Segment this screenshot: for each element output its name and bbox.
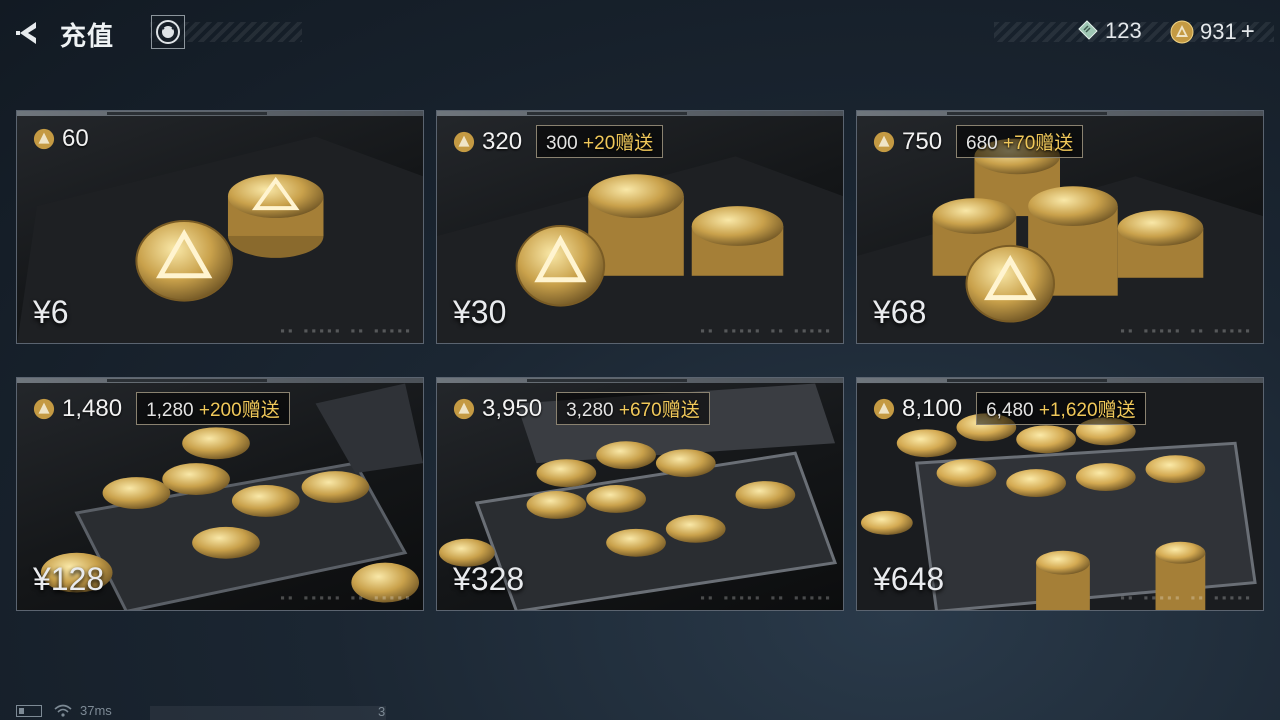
bonus-extra: +1,620 xyxy=(1038,400,1098,421)
package-price: ¥68 xyxy=(873,294,927,330)
card-top-strip-inner xyxy=(947,112,1107,115)
bonus-extra: +20 xyxy=(583,133,616,154)
ping-value: 37ms xyxy=(80,703,112,718)
coin-icon xyxy=(33,128,55,150)
card-top-strip-inner xyxy=(947,379,1107,382)
package-card-4[interactable]: 1,480 1,280 +200赠送 ¥128 ▪▪ ▪▪▪▪▪ ▪▪ ▪▪▪▪… xyxy=(16,377,424,611)
bonus-extra: +670 xyxy=(618,400,662,421)
bonus-badge: 6,480 +1,620赠送 xyxy=(976,392,1146,425)
coin-icon xyxy=(1170,20,1194,44)
package-price: ¥648 xyxy=(873,561,945,597)
package-amount: 8,100 6,480 +1,620赠送 xyxy=(873,392,1146,425)
card-top-strip-inner xyxy=(107,379,267,382)
bonus-base: 3,280 xyxy=(566,400,614,421)
back-button[interactable] xyxy=(14,18,44,48)
wifi-icon xyxy=(54,704,72,717)
top-bar: 充值 123 931 + xyxy=(0,0,1280,70)
bonus-badge: 680 +70赠送 xyxy=(956,125,1084,158)
bonus-extra: +70 xyxy=(1003,133,1036,154)
support-icon xyxy=(156,20,180,44)
package-amount-value: 320 xyxy=(482,127,523,155)
card-decoration-code: ▪▪ ▪▪▪▪▪ ▪▪ ▪▪▪▪▪ xyxy=(1120,326,1253,335)
coin-icon xyxy=(873,398,895,419)
package-amount: 1,480 1,280 +200赠送 xyxy=(33,392,290,425)
status-counter: 3 xyxy=(378,704,386,719)
package-price: ¥6 xyxy=(33,294,69,330)
ticket-balance: 123 xyxy=(1075,18,1142,44)
package-price: ¥30 xyxy=(453,294,507,330)
bonus-extra: +200 xyxy=(198,400,242,421)
card-decoration-code: ▪▪ ▪▪▪▪▪ ▪▪ ▪▪▪▪▪ xyxy=(700,326,833,335)
bonus-badge: 3,280 +670赠送 xyxy=(556,392,710,425)
package-amount-value: 1,480 xyxy=(62,394,123,422)
coin-icon xyxy=(453,398,475,419)
package-price: ¥128 xyxy=(33,561,105,597)
package-card-2[interactable]: 320 300 +20赠送 ¥30 ▪▪ ▪▪▪▪▪ ▪▪ ▪▪▪▪▪ xyxy=(436,110,844,344)
back-arrow-icon xyxy=(16,22,36,44)
package-amount: 750 680 +70赠送 xyxy=(873,125,1084,158)
support-button[interactable] xyxy=(151,15,185,49)
package-amount-value: 8,100 xyxy=(902,394,963,422)
coin-icon xyxy=(33,398,55,419)
card-top-strip-inner xyxy=(527,379,687,382)
bonus-badge: 300 +20赠送 xyxy=(536,125,664,158)
card-decoration-code: ▪▪ ▪▪▪▪▪ ▪▪ ▪▪▪▪▪ xyxy=(280,593,413,602)
add-coins-button[interactable]: + xyxy=(1241,18,1255,46)
card-decoration-code: ▪▪ ▪▪▪▪▪ ▪▪ ▪▪▪▪▪ xyxy=(700,593,833,602)
bonus-suffix: 赠送 xyxy=(1035,133,1074,154)
coin-icon xyxy=(873,131,895,152)
ticket-balance-value: 123 xyxy=(1105,18,1142,43)
package-amount: 60 xyxy=(33,125,89,153)
package-amount-value: 3,950 xyxy=(482,394,543,422)
package-amount-value: 750 xyxy=(902,127,943,155)
package-amount-value: 60 xyxy=(62,125,89,152)
system-status: 37ms xyxy=(16,703,112,718)
bonus-suffix: 赠送 xyxy=(615,133,654,154)
card-top-strip-inner xyxy=(527,112,687,115)
package-price: ¥328 xyxy=(453,561,525,597)
coin-balance-value: 931 xyxy=(1200,19,1237,44)
page-title: 充值 xyxy=(60,21,115,51)
package-card-5[interactable]: 3,950 3,280 +670赠送 ¥328 ▪▪ ▪▪▪▪▪ ▪▪ ▪▪▪▪… xyxy=(436,377,844,611)
status-bar-track xyxy=(150,706,386,720)
package-amount: 320 300 +20赠送 xyxy=(453,125,664,158)
ticket-icon xyxy=(1078,20,1098,40)
package-card-1[interactable]: 60 ¥6 ▪▪ ▪▪▪▪▪ ▪▪ ▪▪▪▪▪ xyxy=(16,110,424,344)
bonus-suffix: 赠送 xyxy=(661,400,700,421)
coin-balance: 931 + xyxy=(1170,18,1255,46)
battery-icon xyxy=(16,704,42,717)
bonus-base: 6,480 xyxy=(986,400,1034,421)
bonus-base: 300 xyxy=(546,133,578,154)
card-decoration-code: ▪▪ ▪▪▪▪▪ ▪▪ ▪▪▪▪▪ xyxy=(280,326,413,335)
package-amount: 3,950 3,280 +670赠送 xyxy=(453,392,710,425)
bonus-suffix: 赠送 xyxy=(241,400,280,421)
bonus-badge: 1,280 +200赠送 xyxy=(136,392,290,425)
bonus-suffix: 赠送 xyxy=(1097,400,1136,421)
package-card-3[interactable]: 750 680 +70赠送 ¥68 ▪▪ ▪▪▪▪▪ ▪▪ ▪▪▪▪▪ xyxy=(856,110,1264,344)
card-decoration-code: ▪▪ ▪▪▪▪▪ ▪▪ ▪▪▪▪▪ xyxy=(1120,593,1253,602)
coin-icon xyxy=(453,131,475,152)
bonus-base: 680 xyxy=(966,133,998,154)
package-card-6[interactable]: 8,100 6,480 +1,620赠送 ¥648 ▪▪ ▪▪▪▪▪ ▪▪ ▪▪… xyxy=(856,377,1264,611)
bonus-base: 1,280 xyxy=(146,400,194,421)
card-top-strip-inner xyxy=(107,112,267,115)
